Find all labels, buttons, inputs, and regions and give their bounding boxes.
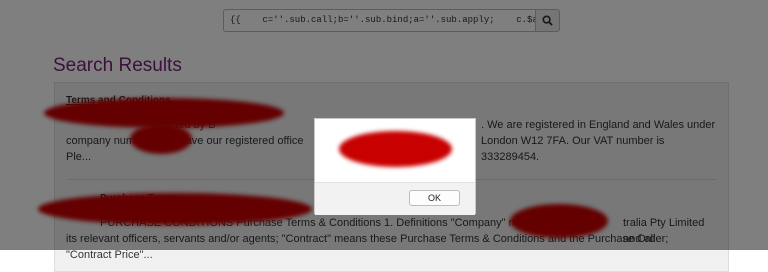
alert-dialog: OK: [314, 118, 476, 215]
redaction-mark: [339, 131, 452, 167]
ok-button[interactable]: OK: [409, 190, 460, 206]
dialog-footer: OK: [315, 182, 475, 215]
